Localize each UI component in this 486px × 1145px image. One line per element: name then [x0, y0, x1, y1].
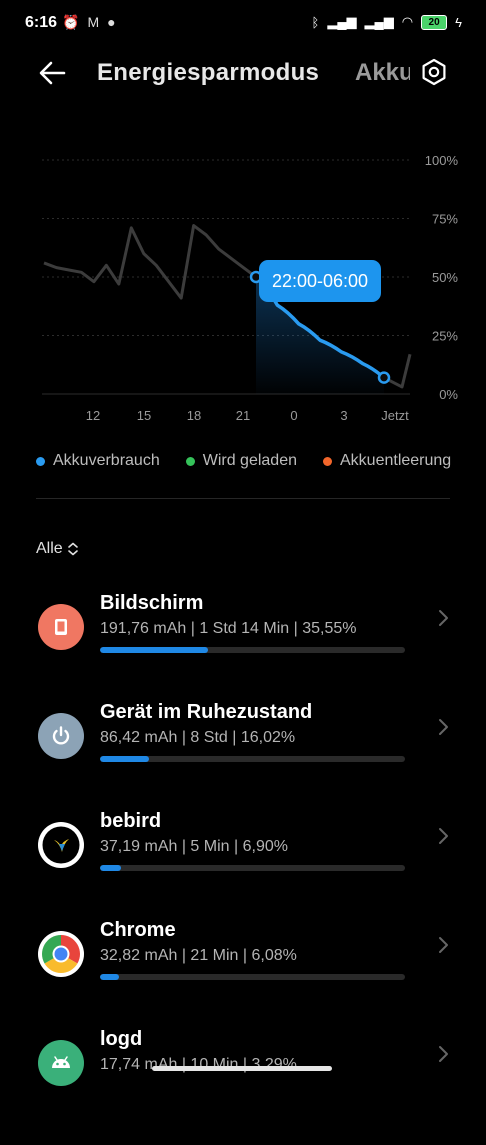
screen-icon — [38, 604, 84, 650]
gmail-icon: M — [87, 14, 100, 30]
x-tick-label: 0 — [290, 408, 297, 423]
list-item[interactable]: Gerät im Ruhezustand 86,42 mAh | 8 Std |… — [0, 701, 486, 818]
y-tick-label: 75% — [432, 212, 458, 227]
history-line — [43, 224, 257, 300]
legend-item-akkuentleerung: Akkuentleerung — [323, 452, 451, 470]
item-name: Chrome — [100, 919, 176, 941]
item-detail: 17,74 mAh | 10 Min | 3,29% — [100, 1056, 297, 1073]
usage-bar — [100, 647, 405, 653]
tab-akku[interactable]: Akku — [355, 59, 410, 87]
usage-bar-fill — [100, 756, 149, 762]
item-name: Gerät im Ruhezustand — [100, 701, 313, 723]
y-tick-label: 100% — [425, 153, 459, 168]
usage-bar — [100, 974, 405, 980]
legend-item-akkuverbrauch: Akkuverbrauch — [36, 452, 160, 470]
wifi-icon: ◠ — [401, 14, 414, 29]
status-bar: 6:16 ⏰ M ● ᛒ ▂▄▆ ▂▄▆ ◠ 20 ϟ — [0, 0, 486, 46]
signal-2-icon: ▂▄▆ — [364, 14, 394, 29]
usage-bar-fill — [100, 647, 209, 653]
list-item[interactable]: Chrome 32,82 mAh | 21 Min | 6,08% — [0, 919, 486, 1036]
chrome-icon — [38, 931, 84, 977]
signal-icon: ▂▄▆ — [327, 14, 357, 29]
chevron-right-icon — [439, 719, 448, 735]
range-end-handle[interactable] — [377, 371, 391, 384]
home-indicator[interactable] — [152, 1066, 332, 1071]
x-tick-label: 21 — [236, 408, 250, 423]
divider — [36, 498, 450, 499]
legend-dot — [36, 456, 45, 466]
legend-label: Wird geladen — [202, 452, 297, 469]
legend-dot — [323, 456, 332, 466]
list-item[interactable]: logd 17,74 mAh | 10 Min | 3,29% — [0, 1028, 486, 1145]
item-name: bebird — [100, 810, 162, 832]
x-tick-label: 3 — [340, 408, 347, 423]
y-tick-label: 25% — [432, 329, 458, 344]
item-detail: 32,82 mAh | 21 Min | 6,08% — [100, 947, 297, 964]
chart-legend: Akkuverbrauch Wird geladen Akkuentleerun… — [36, 452, 451, 470]
legend-dot — [185, 456, 195, 466]
usage-bar — [100, 756, 405, 762]
battery-usage-chart[interactable]: 100% 75% 50% 25% 0% 12 15 18 21 0 3 Jetzt 22:00-06… — [0, 140, 486, 440]
bluetooth-icon: ᛒ — [311, 14, 320, 30]
item-detail: 191,76 mAh | 1 Std 14 Min | 35,55% — [100, 620, 357, 637]
battery-icon: 20 — [421, 14, 448, 30]
system-icons: ᛒ ▂▄▆ ▂▄▆ ◠ 20 ϟ — [312, 14, 462, 30]
usage-bar-fill — [100, 974, 119, 980]
charging-icon: ϟ — [455, 14, 462, 30]
notification-icons: ⏰ M ● — [62, 14, 116, 31]
list-item[interactable]: bebird 37,19 mAh | 5 Min | 6,90% — [0, 810, 486, 927]
legend-label: Akkuverbrauch — [53, 452, 160, 469]
legend-item-wird-geladen: Wird geladen — [185, 452, 297, 470]
status-time: 6:16 — [25, 14, 58, 31]
alarm-off-icon: ⏰ — [62, 14, 80, 30]
x-tick-label: Jetzt — [381, 408, 409, 423]
range-tooltip: 22:00-06:00 — [259, 260, 381, 302]
x-tick-label: 15 — [137, 408, 151, 423]
item-name: logd — [100, 1028, 143, 1050]
app-notification-icon: ● — [107, 14, 116, 30]
chevron-right-icon — [439, 610, 448, 626]
legend-label: Akkuentleerung — [340, 452, 452, 469]
back-arrow-icon[interactable] — [36, 56, 70, 90]
usage-bar-fill — [100, 865, 122, 871]
chevron-right-icon — [439, 1046, 448, 1062]
filter-dropdown[interactable]: Alle — [36, 540, 79, 558]
y-tick-label: 0% — [439, 387, 458, 402]
sort-chevrons-icon — [67, 542, 78, 556]
y-tick-label: 50% — [432, 270, 458, 285]
filter-label: Alle — [36, 540, 63, 557]
gear-icon[interactable] — [420, 58, 448, 86]
item-detail: 86,42 mAh | 8 Std | 16,02% — [100, 729, 296, 746]
power-icon — [38, 713, 84, 759]
page-title: Energiesparmodus — [97, 59, 320, 86]
item-name: Bildschirm — [100, 592, 204, 614]
tooltip-label: 22:00-06:00 — [272, 271, 368, 291]
usage-bar — [100, 865, 405, 871]
bebird-icon — [38, 822, 84, 868]
android-icon — [38, 1040, 84, 1086]
chevron-right-icon — [439, 937, 448, 953]
list-item[interactable]: Bildschirm 191,76 mAh | 1 Std 14 Min | 3… — [0, 592, 486, 709]
x-tick-label: 12 — [86, 408, 100, 423]
item-detail: 37,19 mAh | 5 Min | 6,90% — [100, 838, 288, 855]
x-tick-label: 18 — [187, 408, 201, 423]
chevron-right-icon — [439, 828, 448, 844]
